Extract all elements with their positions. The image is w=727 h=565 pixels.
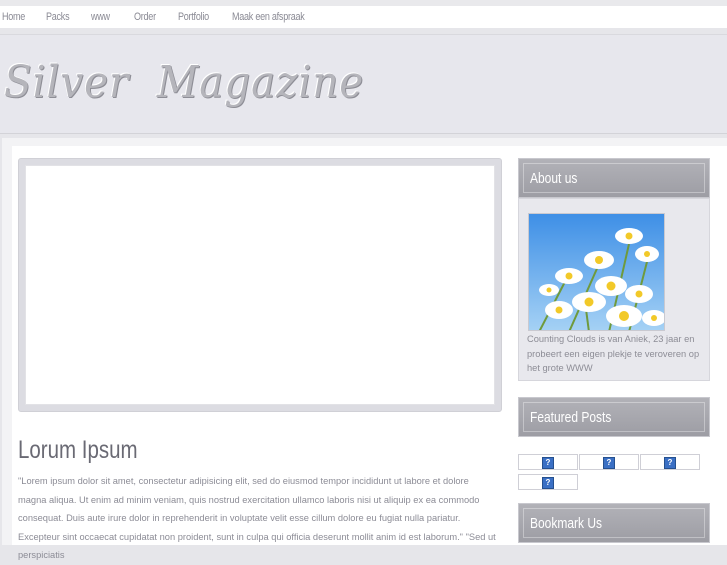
site-logo[interactable]: Silver Magazine [4, 57, 364, 108]
missing-image-icon: ? [542, 457, 554, 469]
featured-slider[interactable] [18, 158, 502, 412]
top-navigation: Home Packs www Order Portfolio Maak een … [0, 6, 727, 28]
missing-image-icon: ? [603, 457, 615, 469]
slider-viewport [25, 165, 495, 405]
nav-item-afspraak[interactable]: Maak een afspraak [232, 11, 305, 23]
nav-item-portfolio[interactable]: Portfolio [178, 11, 209, 23]
missing-image-icon: ? [664, 457, 676, 469]
nav-item-www[interactable]: www [91, 11, 110, 23]
featured-widget-header: Featured Posts [518, 397, 710, 437]
featured-post-link[interactable]: ? [518, 474, 578, 490]
daisies-image [529, 214, 664, 330]
about-widget-title: About us [530, 170, 578, 187]
bookmark-widget-title: Bookmark Us [530, 515, 603, 532]
about-photo-daisies [528, 213, 665, 331]
nav-item-order[interactable]: Order [134, 11, 156, 23]
about-widget-header: About us [518, 158, 710, 198]
featured-widget-title: Featured Posts [530, 409, 612, 426]
nav-item-packs[interactable]: Packs [46, 11, 70, 23]
featured-post-link[interactable]: ? [640, 454, 700, 470]
missing-image-icon: ? [542, 477, 554, 489]
featured-post-link[interactable]: ? [518, 454, 578, 470]
bookmark-widget-header: Bookmark Us [518, 503, 710, 543]
nav-item-home[interactable]: Home [2, 11, 25, 23]
site-header: Silver Magazine [0, 34, 727, 134]
post-body: "Lorem ipsum dolor sit amet, consectetur… [18, 476, 496, 560]
about-description: Counting Clouds is van Aniek, 23 jaar en… [527, 334, 700, 373]
post-title[interactable]: Lorum Ipsum [18, 436, 138, 465]
featured-post-link[interactable]: ? [579, 454, 639, 470]
